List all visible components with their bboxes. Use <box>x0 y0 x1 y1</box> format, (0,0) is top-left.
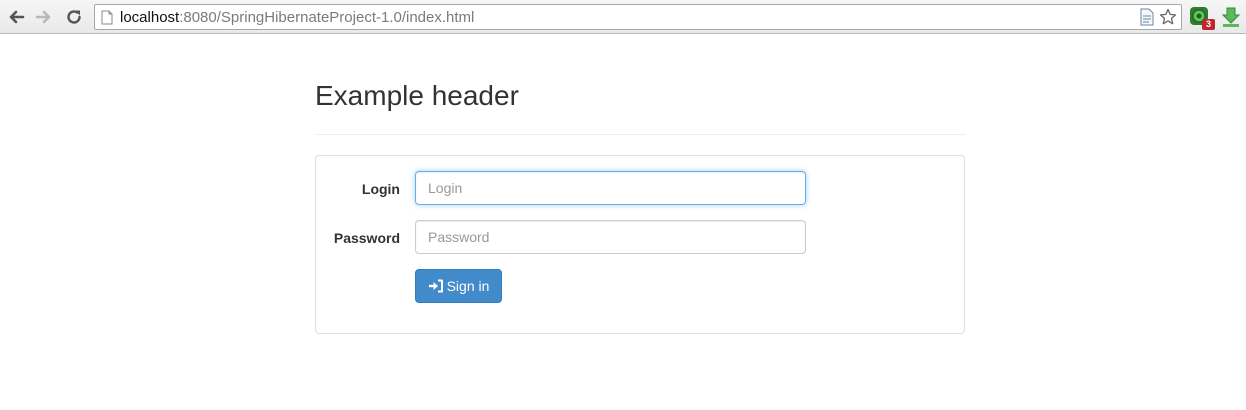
sign-in-button[interactable]: Sign in <box>415 269 502 303</box>
reload-icon <box>67 10 81 24</box>
forward-button[interactable] <box>32 5 56 29</box>
extension-badge: 3 <box>1202 19 1215 30</box>
page-header: Example header <box>315 79 966 135</box>
browser-toolbar: localhost:8080/SpringHibernateProject-1.… <box>0 0 1246 34</box>
login-panel: Login Password Sign in <box>315 155 965 334</box>
sign-in-label: Sign in <box>446 278 490 294</box>
download-arrow-icon[interactable] <box>1219 5 1243 29</box>
reload-button[interactable] <box>62 5 86 29</box>
password-label: Password <box>333 230 400 246</box>
login-label: Login <box>361 181 400 197</box>
sign-in-icon <box>428 279 443 293</box>
back-arrow-icon <box>9 10 25 24</box>
url-host: localhost <box>120 9 180 26</box>
forward-arrow-icon <box>35 10 51 24</box>
bookmark-star-icon[interactable] <box>1159 8 1177 26</box>
page-icon <box>101 10 113 25</box>
page-title: Example header <box>315 80 519 111</box>
document-icon[interactable] <box>1139 8 1155 26</box>
address-bar[interactable]: localhost:8080/SpringHibernateProject-1.… <box>94 4 1182 30</box>
back-button[interactable] <box>4 5 28 29</box>
url-path: :8080/SpringHibernateProject-1.0/index.h… <box>179 9 475 26</box>
login-input[interactable] <box>415 171 806 205</box>
url-text: localhost:8080/SpringHibernateProject-1.… <box>120 9 474 26</box>
password-input[interactable] <box>415 220 806 254</box>
